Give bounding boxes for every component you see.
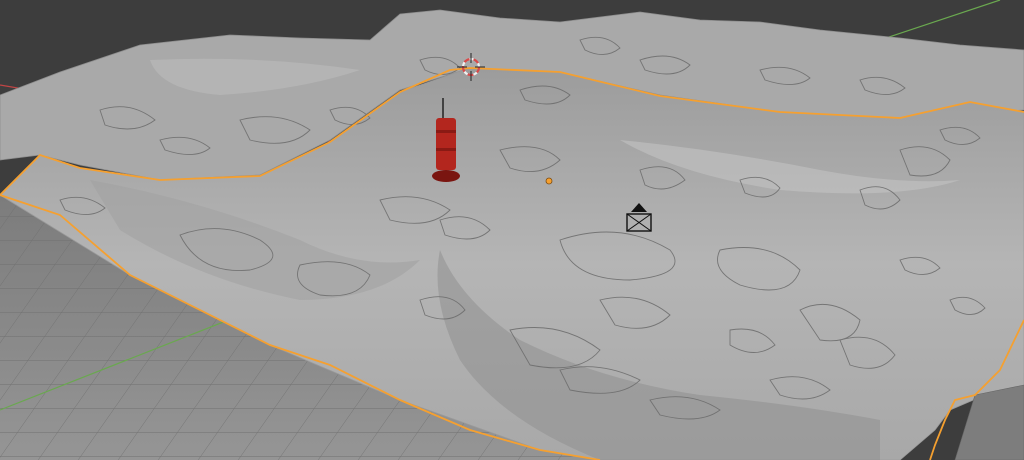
viewport-scene[interactable] (0, 0, 1024, 460)
object-origin-dot[interactable] (545, 177, 553, 185)
3d-viewport[interactable] (0, 0, 1024, 460)
